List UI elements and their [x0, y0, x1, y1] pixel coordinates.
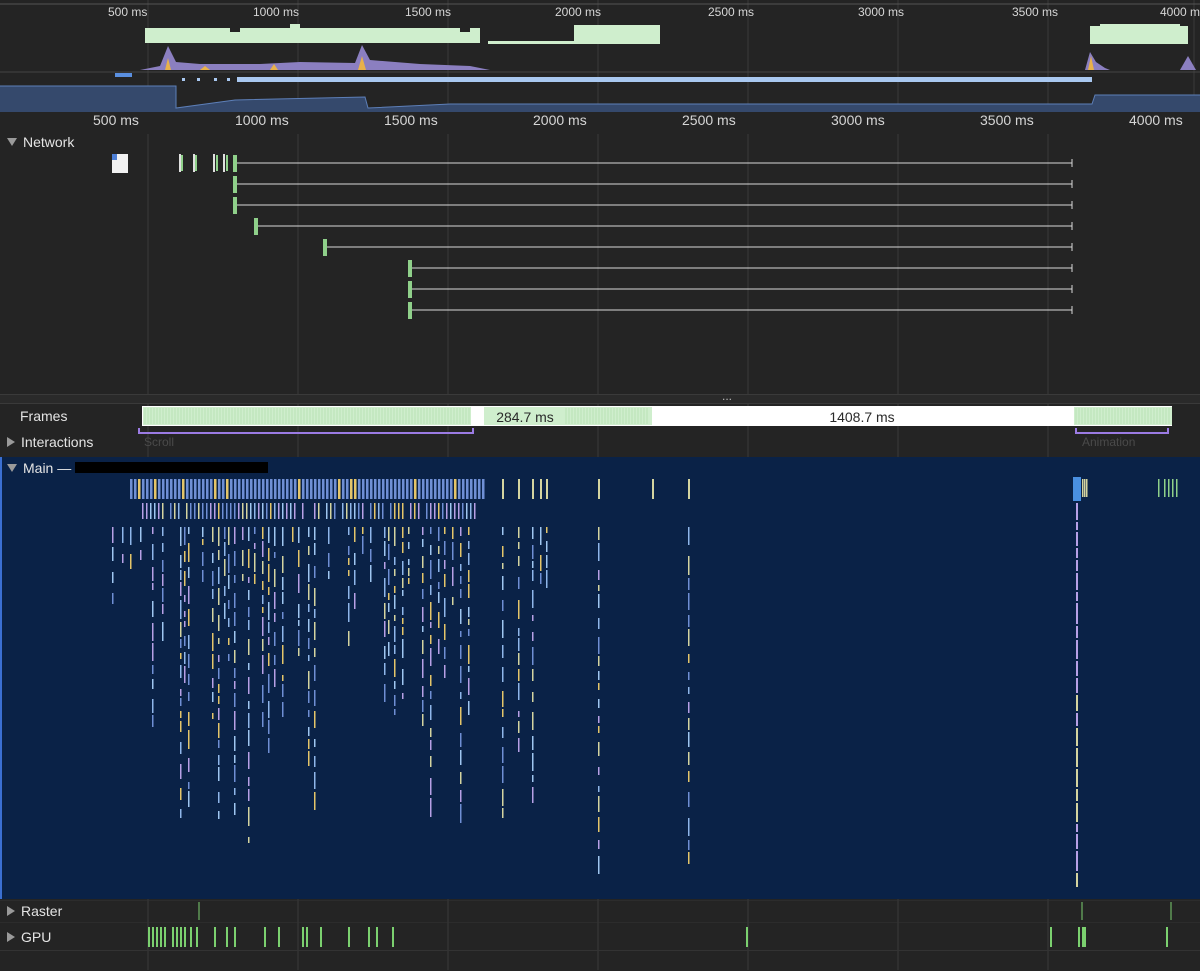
ruler-tick: 4000 ms: [1129, 112, 1183, 128]
ruler-tick: 2000 ms: [533, 112, 587, 128]
ruler-tick: 1500 ms: [384, 112, 438, 128]
timeline-footer: [0, 950, 1200, 971]
overview-tick: 2500 ms: [708, 5, 755, 19]
main-track-header[interactable]: Main —: [7, 460, 71, 476]
overview-tick: 2000 ms: [555, 5, 602, 19]
ruler-tick: 1000 ms: [235, 112, 289, 128]
main-track-label: Main —: [23, 460, 72, 476]
ruler-tick: 3000 ms: [831, 112, 885, 128]
overview-tick: 500 ms: [108, 5, 148, 19]
overview-tick: 3500 ms: [1012, 5, 1059, 19]
panel-splitter[interactable]: ...: [0, 389, 1200, 404]
scroll-interaction-label[interactable]: Scroll: [144, 435, 174, 449]
raster-track[interactable]: [0, 900, 1200, 922]
main-flame-chart[interactable]: [2, 457, 1200, 899]
splitter-grip: ...: [722, 389, 733, 403]
network-requests[interactable]: [0, 134, 1200, 394]
ruler-tick: 2500 ms: [682, 112, 736, 128]
ruler-tick: 3500 ms: [980, 112, 1034, 128]
document-icon: [112, 154, 128, 173]
interaction-brackets[interactable]: [0, 428, 1200, 438]
ruler-tick: 500 ms: [93, 112, 139, 128]
overview-tick: 3000 ms: [858, 5, 905, 19]
frame-duration-label[interactable]: 284.7 ms: [484, 408, 566, 426]
collapse-triangle-icon[interactable]: [7, 464, 17, 472]
overview-panel[interactable]: 500 ms 1000 ms 1500 ms 2000 ms 2500 ms 3…: [0, 0, 1200, 112]
expand-triangle-icon[interactable]: [7, 437, 15, 447]
overview-tick: 1500 ms: [405, 5, 452, 19]
redacted-url: [75, 462, 268, 473]
frame-duration-label[interactable]: 1408.7 ms: [652, 408, 1072, 426]
overview-tick: 4000 m: [1160, 5, 1200, 19]
gpu-track[interactable]: [0, 922, 1200, 950]
animation-interaction-label[interactable]: Animation: [1082, 435, 1135, 449]
overview-tick: 1000 ms: [253, 5, 300, 19]
main-thread-panel[interactable]: [0, 457, 1200, 899]
